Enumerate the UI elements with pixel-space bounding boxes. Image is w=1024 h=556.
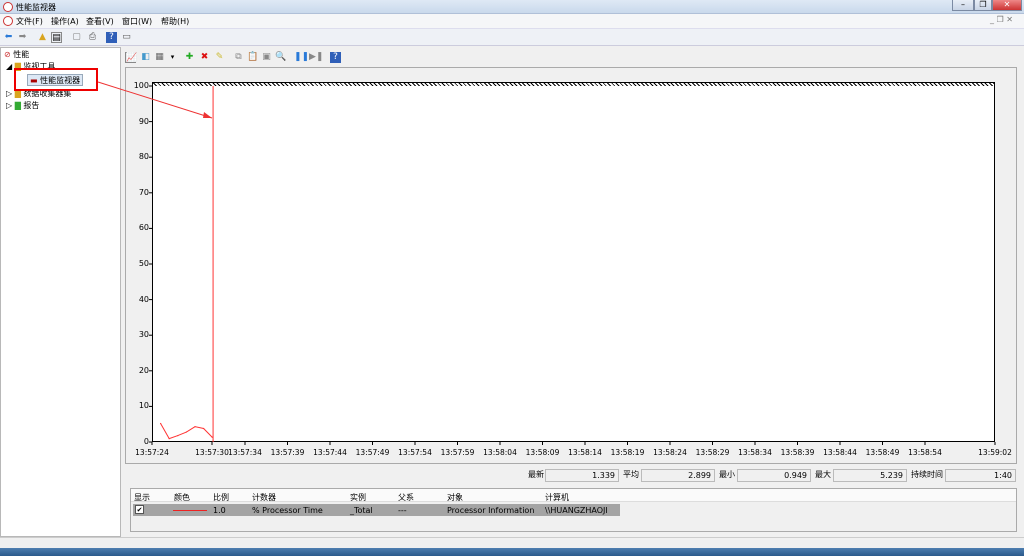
y-tick-label: 30 [138, 330, 149, 340]
min-label: 最小 [719, 470, 735, 479]
y-tick-label: 40 [138, 294, 149, 304]
x-tick-label: 13:59:02 [978, 448, 1012, 457]
data-point [194, 426, 196, 428]
y-tick-label: 90 [138, 116, 149, 126]
x-tick-label: 13:58:54 [908, 448, 942, 457]
y-tick-label: 0 [143, 437, 149, 446]
min-value: 0.949 [737, 469, 811, 482]
col-object[interactable]: 对象 [447, 492, 463, 503]
data-point [160, 422, 162, 425]
data-point [185, 431, 188, 433]
color-swatch [173, 510, 207, 511]
cell-computer: \\HUANGZHAOJI [545, 506, 608, 515]
cell-object: Processor Information [447, 506, 535, 515]
cell-parent: --- [398, 506, 407, 515]
cell-counter: % Processor Time [252, 506, 323, 515]
max-label: 最大 [815, 470, 831, 479]
cell-instance: _Total [350, 506, 373, 515]
status-bar [0, 537, 1024, 548]
col-parent[interactable]: 父系 [398, 492, 414, 503]
y-tick-label: 70 [138, 187, 149, 197]
annotation-arrow [97, 81, 213, 119]
show-checkbox[interactable]: ✔ [135, 505, 144, 514]
col-show[interactable]: 显示 [134, 492, 150, 503]
duration-value: 1:40 [945, 469, 1016, 482]
data-point [203, 427, 205, 430]
avg-value: 2.899 [641, 469, 715, 482]
data-point [168, 438, 170, 440]
col-instance[interactable]: 实例 [350, 492, 366, 503]
y-tick-label: 60 [138, 223, 149, 233]
last-value: 1.339 [545, 469, 619, 482]
y-tick-label: 20 [138, 365, 149, 375]
cell-scale: 1.0 [213, 506, 226, 515]
col-counter[interactable]: 计数器 [252, 492, 276, 503]
max-value: 5.239 [833, 469, 907, 482]
col-scale[interactable]: 比例 [213, 492, 229, 503]
annotation-arrowhead [203, 112, 212, 118]
avg-label: 平均 [623, 470, 639, 479]
taskbar [0, 548, 1024, 556]
y-tick-label: 100 [133, 81, 149, 90]
col-computer[interactable]: 计算机 [545, 492, 569, 503]
y-tick-label: 50 [138, 259, 149, 268]
y-tick-label: 10 [138, 401, 149, 411]
series-line-processor-time [160, 423, 213, 440]
duration-label: 持续时间 [911, 470, 943, 479]
x-tick-label: 13:57:24 [135, 448, 169, 457]
col-color[interactable]: 颜色 [174, 492, 190, 503]
last-label: 最新 [528, 470, 544, 479]
data-point [177, 434, 179, 437]
y-tick-label: 80 [138, 152, 149, 162]
